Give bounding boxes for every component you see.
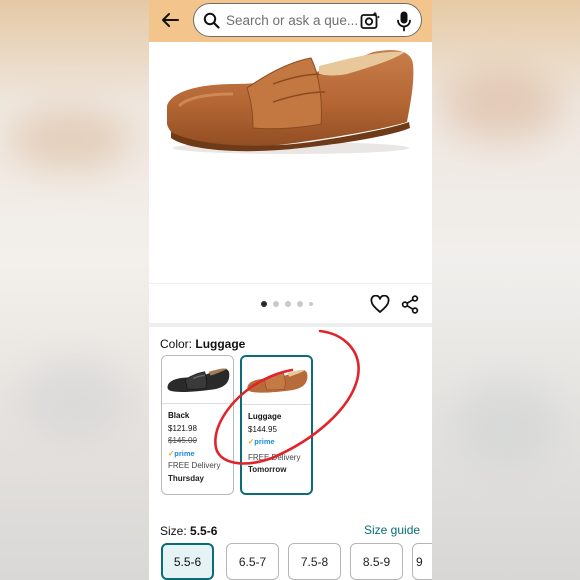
search-placeholder: Search or ask a que... <box>226 13 359 28</box>
pagination-dot[interactable] <box>261 301 267 307</box>
size-option[interactable]: 9 <box>412 543 432 580</box>
image-pagination[interactable] <box>261 301 313 307</box>
pagination-dot[interactable] <box>309 302 313 306</box>
size-label: Size: <box>160 524 187 538</box>
swatch-price: $144.95 <box>248 424 277 434</box>
pagination-dot[interactable] <box>297 301 303 307</box>
back-button[interactable] <box>155 6 185 34</box>
selected-size: 5.5-6 <box>190 524 218 538</box>
swatch-price: $121.98 <box>168 423 197 433</box>
swatch-delivery: FREE Delivery <box>248 452 301 462</box>
pagination-dot[interactable] <box>285 301 291 307</box>
section-divider <box>149 323 432 327</box>
background-right <box>432 0 580 580</box>
blur-shape <box>10 110 130 170</box>
selected-color: Luggage <box>195 337 246 351</box>
swatch-details: Luggage $144.95 ✓prime FREE Delivery Tom… <box>248 411 300 477</box>
microphone-icon[interactable] <box>396 10 412 32</box>
size-option[interactable]: 6.5-7 <box>226 543 279 580</box>
swatch-details: Black $121.98 $145.00 ✓prime FREE Delive… <box>168 410 220 485</box>
color-label: Color: <box>160 337 193 351</box>
search-icon <box>203 12 220 29</box>
luggage-loafer-thumbnail <box>242 357 311 405</box>
app-header: Search or ask a que... <box>149 0 432 42</box>
gallery-controls <box>149 283 432 323</box>
size-option[interactable]: 7.5-8 <box>288 543 341 580</box>
color-swatch-luggage[interactable]: Luggage $144.95 ✓prime FREE Delivery Tom… <box>240 355 313 495</box>
size-selection-label: Size: 5.5-6 <box>160 524 217 538</box>
heart-icon[interactable] <box>370 295 390 314</box>
swatch-list-price: $145.00 <box>168 436 197 445</box>
swatch-delivery-day: Thursday <box>168 473 205 483</box>
blur-shape <box>452 380 562 470</box>
share-icon[interactable] <box>401 295 419 314</box>
swatch-name: Luggage <box>248 412 282 421</box>
loafer-shoe-image <box>167 50 414 154</box>
prime-badge: ✓prime <box>168 448 195 458</box>
pagination-dot[interactable] <box>273 301 279 307</box>
camera-search-icon[interactable] <box>359 10 381 32</box>
background-left <box>0 0 149 580</box>
black-loafer-thumbnail <box>162 356 233 404</box>
product-image[interactable] <box>149 42 432 282</box>
phone-screen: Search or ask a que... Color: Luggage Bl… <box>149 0 432 580</box>
swatch-delivery-day: Tomorrow <box>248 465 287 474</box>
swatch-delivery: FREE Delivery <box>168 461 221 470</box>
size-option[interactable]: 5.5-6 <box>161 543 214 580</box>
color-selection-label: Color: Luggage <box>160 337 245 351</box>
size-guide-link[interactable]: Size guide <box>364 523 420 537</box>
search-input[interactable]: Search or ask a que... <box>193 3 422 37</box>
arrow-left-icon <box>162 13 179 27</box>
blur-shape <box>442 70 562 140</box>
swatch-name: Black <box>168 411 190 420</box>
prime-badge: ✓prime <box>248 437 275 446</box>
color-swatch-black[interactable]: Black $121.98 $145.00 ✓prime FREE Delive… <box>161 355 234 495</box>
blur-shape <box>20 360 130 440</box>
size-option[interactable]: 8.5-9 <box>350 543 403 580</box>
